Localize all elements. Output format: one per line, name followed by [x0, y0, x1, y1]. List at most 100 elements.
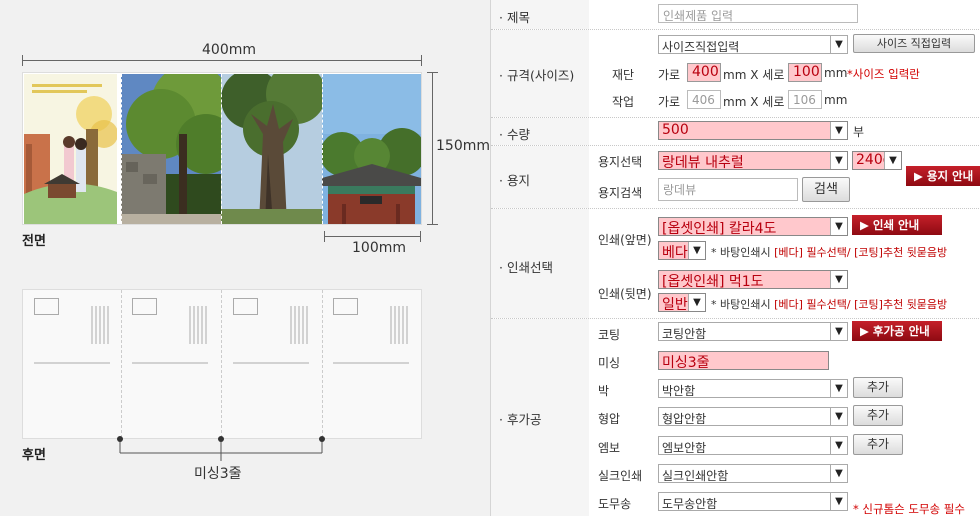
- foil-add-button[interactable]: 추가: [853, 377, 903, 398]
- embo-add-button[interactable]: 추가: [853, 434, 903, 455]
- chevron-down-icon: ▼: [830, 408, 847, 425]
- fold-line: [221, 290, 222, 438]
- press-add-button[interactable]: 추가: [853, 405, 903, 426]
- front-panel-photo-wall: [121, 74, 221, 224]
- postcard-back-3: [233, 298, 313, 371]
- sewing-select[interactable]: 미싱3줄: [658, 351, 829, 371]
- cut-height-input[interactable]: 100: [788, 63, 822, 82]
- print-front-select[interactable]: [옵셋인쇄] 칼라4도 ▼: [658, 217, 848, 237]
- print-note-back: * 바탕인쇄시 [베다] 필수선택/ [코팅]추천 뒷묻음방: [711, 298, 948, 311]
- fold-line: [322, 290, 323, 438]
- front-panel-photo-gate: [322, 74, 421, 224]
- paper-search-input[interactable]: 랑데뷰: [658, 178, 798, 201]
- dim-tick: [427, 72, 438, 73]
- qty-label: 수량: [506, 127, 530, 142]
- size-direct-button[interactable]: 사이즈 직접입력: [853, 34, 975, 53]
- print-front-mode-select[interactable]: 베다 ▼: [658, 241, 706, 261]
- front-panel-photo-tree: [221, 74, 322, 224]
- post-item-label: 코팅: [598, 328, 621, 342]
- paper-search-button[interactable]: 검색: [802, 177, 850, 202]
- cut-width-input[interactable]: 400: [687, 63, 721, 82]
- width-dim-line: [22, 60, 422, 61]
- dim-tick: [421, 55, 422, 66]
- chevron-down-icon: ▼: [830, 36, 847, 53]
- domusong-note: * 신규톰슨 도무송 필수: [853, 502, 965, 516]
- cut-label: 재단: [612, 68, 635, 82]
- print-guide-button[interactable]: ▶ 인쇄 안내: [852, 215, 942, 235]
- form-row-qty: · 수량 500 ▼ 부: [491, 118, 980, 146]
- post-guide-button[interactable]: ▶ 후가공 안내: [852, 321, 942, 341]
- panel-dim-line: [324, 236, 421, 237]
- post-item-label: 도무송: [598, 497, 632, 511]
- postcard-back-2: [132, 298, 212, 371]
- width-dim-label: 400mm: [202, 42, 256, 58]
- domusong-select[interactable]: 도무송안함 ▼: [658, 492, 848, 511]
- paper-guide-button[interactable]: ▶ 용지 안내: [906, 166, 980, 186]
- fold-line: [121, 290, 122, 438]
- title-input[interactable]: 인쇄제품 입력: [658, 4, 858, 23]
- height-dim-label: 150mm: [436, 138, 490, 154]
- fold-line: [322, 74, 323, 224]
- dim-tick: [420, 231, 421, 242]
- print-back-mode-select[interactable]: 일반 ▼: [658, 293, 706, 313]
- form-row-title: · 제목 인쇄제품 입력: [491, 0, 980, 30]
- fold-line: [121, 74, 122, 224]
- paper-select-label: 용지선택: [598, 155, 643, 169]
- chevron-down-icon: ▼: [830, 437, 847, 454]
- paper-search-label: 용지검색: [598, 186, 643, 200]
- dim-tick: [22, 55, 23, 66]
- work-width-input[interactable]: 406: [687, 90, 721, 109]
- form-row-post: · 후가공 코팅 코팅안함 ▼ ▶ 후가공 안내 미싱 미싱3줄 박 박안함 ▼ 추…: [491, 319, 980, 516]
- title-label: 제목: [506, 10, 530, 25]
- form-row-paper: · 용지 용지선택 랑데뷰 내추럴 ▼ 240g ▼ ▶ 용지 안내 용지검색 랑데…: [491, 146, 980, 209]
- print-back-select[interactable]: [옵셋인쇄] 먹1도 ▼: [658, 270, 848, 290]
- post-item-label: 미싱: [598, 356, 621, 370]
- postcard-back-1: [34, 298, 114, 371]
- post-item-label: 박: [598, 384, 610, 398]
- post-item-label: 엠보: [598, 441, 621, 455]
- chevron-down-icon: ▼: [830, 122, 847, 139]
- work-label: 작업: [612, 95, 635, 109]
- chevron-down-icon: ▼: [830, 218, 847, 235]
- fold-line: [221, 74, 222, 224]
- fold-label: 미싱3줄: [194, 466, 242, 482]
- chevron-down-icon: ▼: [830, 323, 847, 340]
- form-row-size: · 규격(사이즈) 사이즈직접입력 ▼ 사이즈 직접입력 재단 가로 400 mm…: [491, 30, 980, 118]
- coating-select[interactable]: 코팅안함 ▼: [658, 322, 848, 341]
- post-item-label: 실크인쇄: [598, 469, 643, 483]
- print-note-front: * 바탕인쇄시 [베다] 필수선택/ [코팅]추천 뒷묻음방: [711, 246, 948, 259]
- print-front-label: 인쇄(앞면): [598, 233, 652, 247]
- panel-dim-label: 100mm: [352, 240, 406, 256]
- front-panel-illustration: [24, 74, 117, 224]
- post-label: 후가공: [506, 412, 542, 427]
- qty-unit: 부: [853, 125, 865, 139]
- cut-width-label: 가로: [658, 68, 681, 82]
- paper-select[interactable]: 랑데뷰 내추럴 ▼: [658, 151, 848, 171]
- print-label: 인쇄선택: [506, 260, 553, 275]
- chevron-down-icon: ▼: [688, 242, 705, 259]
- chevron-down-icon: ▼: [688, 294, 705, 311]
- chevron-down-icon: ▼: [830, 152, 847, 169]
- foil-select[interactable]: 박안함 ▼: [658, 379, 848, 398]
- work-height-input[interactable]: 106: [788, 90, 822, 109]
- chevron-down-icon: ▼: [830, 271, 847, 288]
- qty-select[interactable]: 500 ▼: [658, 121, 848, 140]
- chevron-down-icon: ▼: [830, 493, 847, 510]
- paper-weight-select[interactable]: 240g ▼: [852, 151, 902, 170]
- silk-select[interactable]: 실크인쇄안함 ▼: [658, 464, 848, 483]
- size-select[interactable]: 사이즈직접입력 ▼: [658, 35, 848, 54]
- size-label: 규격(사이즈): [506, 68, 575, 83]
- back-label: 후면: [22, 448, 46, 463]
- height-dim-line: [432, 72, 433, 225]
- front-label: 전면: [22, 234, 46, 249]
- dim-tick: [427, 224, 438, 225]
- form-row-print: · 인쇄선택 인쇄(앞면) [옵셋인쇄] 칼라4도 ▼ ▶ 인쇄 안내 베다 ▼ *…: [491, 209, 980, 319]
- chevron-down-icon: ▼: [884, 152, 901, 169]
- embo-select[interactable]: 엠보안함 ▼: [658, 436, 848, 455]
- print-back-label: 인쇄(뒷면): [598, 287, 652, 301]
- preview-panel: 400mm 150mm 전면 100mm 후면 미싱3줄: [0, 0, 490, 516]
- size-notice: *사이즈 입력란: [847, 67, 920, 81]
- post-item-label: 형압: [598, 412, 621, 426]
- emboss-press-select[interactable]: 형압안함 ▼: [658, 407, 848, 426]
- chevron-down-icon: ▼: [830, 465, 847, 482]
